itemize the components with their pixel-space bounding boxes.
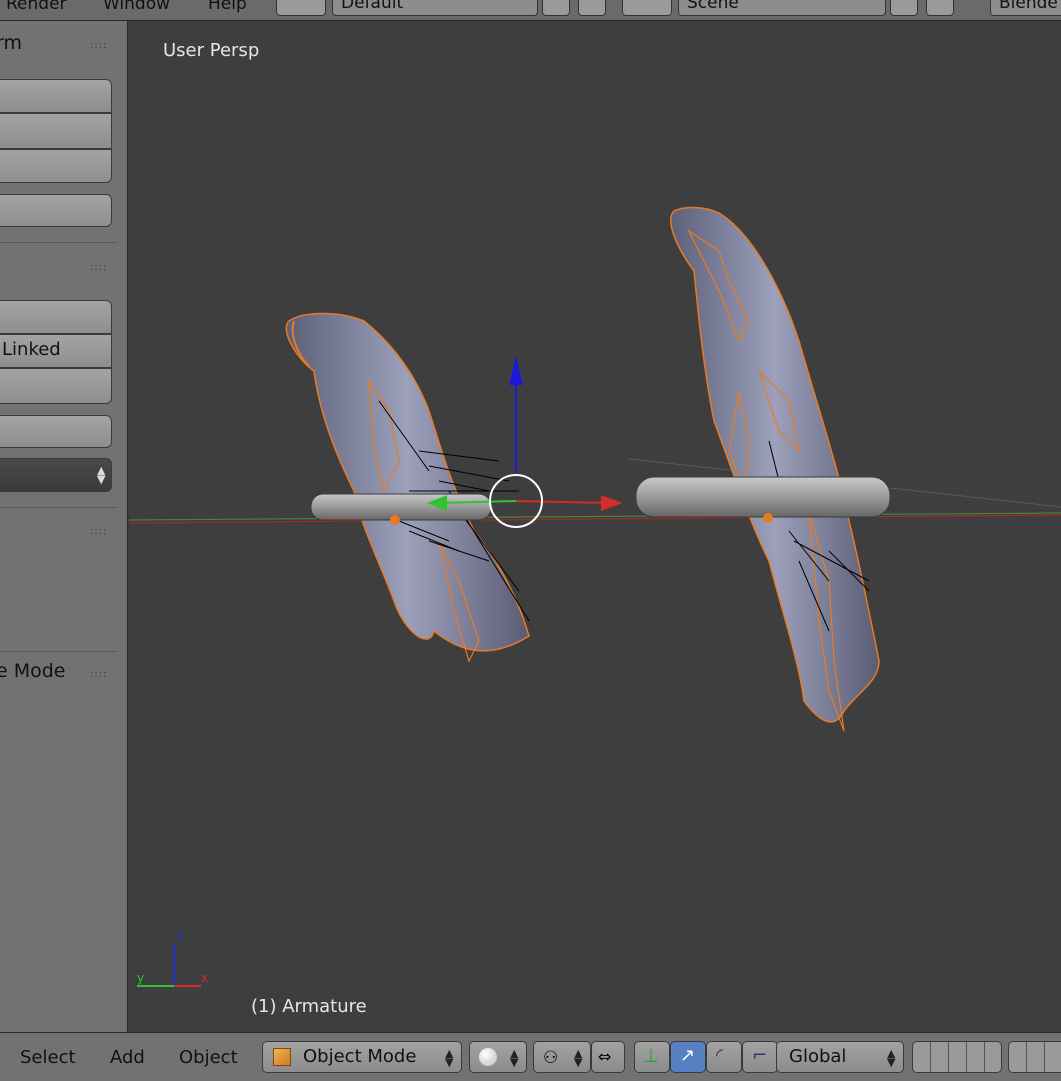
updown-arrow-icon: ▲ ▼ [574,1047,583,1069]
duplicate-linked-button[interactable]: Linked [0,334,112,368]
tool-button[interactable] [0,79,112,113]
add-icon[interactable] [542,0,570,16]
parrot-left[interactable] [285,312,530,663]
tool-button[interactable] [0,194,112,227]
origin-point [763,513,773,523]
select-menu[interactable]: Select [20,1047,76,1068]
orientation-label: Global [789,1046,847,1067]
parrot-right[interactable] [670,206,880,732]
updown-arrow-icon: ▲ ▼ [510,1047,519,1069]
snap-toggle[interactable]: ⇔ [591,1041,625,1073]
translate-toggle[interactable]: ↗ [670,1041,706,1073]
help-menu[interactable]: Help [208,0,247,14]
scale-icon: ⌐ [752,1045,768,1066]
close-icon[interactable] [578,0,606,16]
divider [0,242,118,243]
mode-label: Object Mode [303,1046,417,1067]
mode-select[interactable]: Object Mode ▲ ▼ [262,1041,462,1073]
drag-grip-icon[interactable]: :::: [90,669,107,680]
z-axis-label: z [177,928,183,942]
viewport-shading-icon [479,1048,497,1066]
y-axis-label: y [137,971,144,985]
add-menu[interactable]: Add [110,1047,145,1068]
rotate-toggle[interactable]: ◜ [706,1041,742,1073]
transform-panel-title[interactable]: rm [0,32,22,54]
drag-grip-icon[interactable]: :::: [90,262,107,273]
tool-button[interactable] [0,415,112,448]
render-engine-field[interactable]: Blende [990,0,1061,16]
drag-grip-icon[interactable]: :::: [90,526,107,537]
active-object-label: (1) Armature [251,996,367,1017]
dropdown-select[interactable]: ▲ ▼ [0,458,112,492]
tool-button[interactable] [0,113,112,149]
3d-view-header: Select Add Object Object Mode ▲ ▼ ▲ ▼ ⚇ ▲ ▼… [0,1032,1061,1081]
view-axis-widget: z y x [137,928,208,987]
perch-left[interactable] [310,493,492,525]
screen-layout-icon[interactable] [276,0,326,16]
rotate-icon: ◜ [716,1045,723,1066]
scene-field[interactable]: Scene [678,0,886,16]
z-arrow-icon[interactable] [509,356,523,385]
window-menu[interactable]: Window [103,0,170,14]
x-arrow-icon[interactable] [601,495,623,511]
transform-orientation-select[interactable]: Global ▲ ▼ [776,1041,904,1073]
x-axis-label: x [201,971,208,985]
tool-button[interactable] [0,368,112,404]
perch-right[interactable] [635,476,891,523]
divider [0,507,118,508]
3d-viewport[interactable]: z y x User Persp (1) Armature [129,21,1061,1032]
divider [0,651,118,652]
screen-layout-field[interactable]: Default [332,0,538,16]
duplicate-linked-label: Linked [2,339,61,360]
tool-shelf: rm :::: :::: Linked ▲▼ :::: e Mode :::: [0,21,128,1032]
origin-point [390,515,400,525]
mode-panel-title[interactable]: e Mode [0,660,66,682]
layers-icon[interactable] [912,1041,1002,1073]
updown-arrow-icon: ▲ ▼ [445,1047,454,1069]
close-icon[interactable] [926,0,954,16]
view-name-label: User Persp [163,40,260,61]
updown-arrow-icon: ▲ ▼ [887,1047,896,1069]
pivot-select[interactable]: ⚇ ▲ ▼ [533,1041,591,1073]
scale-toggle[interactable]: ⌐ [742,1041,778,1073]
object-menu[interactable]: Object [179,1047,238,1068]
tool-button[interactable] [0,300,112,334]
scene-canvas[interactable]: z y x [129,21,1061,1032]
layers-icon[interactable] [1008,1041,1061,1073]
pivot-icon: ⚇ [543,1048,559,1068]
scene-icon[interactable] [622,0,672,16]
updown-arrow-icon: ▲ ▼ [97,464,106,486]
manipulator-toggle[interactable]: ⊥ [634,1041,670,1073]
snap-icon: ⇔ [598,1047,612,1066]
add-icon[interactable] [890,0,918,16]
viewport-shading-select[interactable]: ▲ ▼ [469,1041,527,1073]
drag-grip-icon[interactable]: :::: [90,40,107,51]
object-mode-cube-icon [273,1048,291,1066]
render-menu[interactable]: Render [6,0,67,14]
manipulator-icon: ⊥ [643,1046,659,1067]
translate-icon: ↗ [680,1045,696,1066]
info-header: Render Window Help Default Scene Blende [0,0,1061,21]
tool-button[interactable] [0,149,112,183]
